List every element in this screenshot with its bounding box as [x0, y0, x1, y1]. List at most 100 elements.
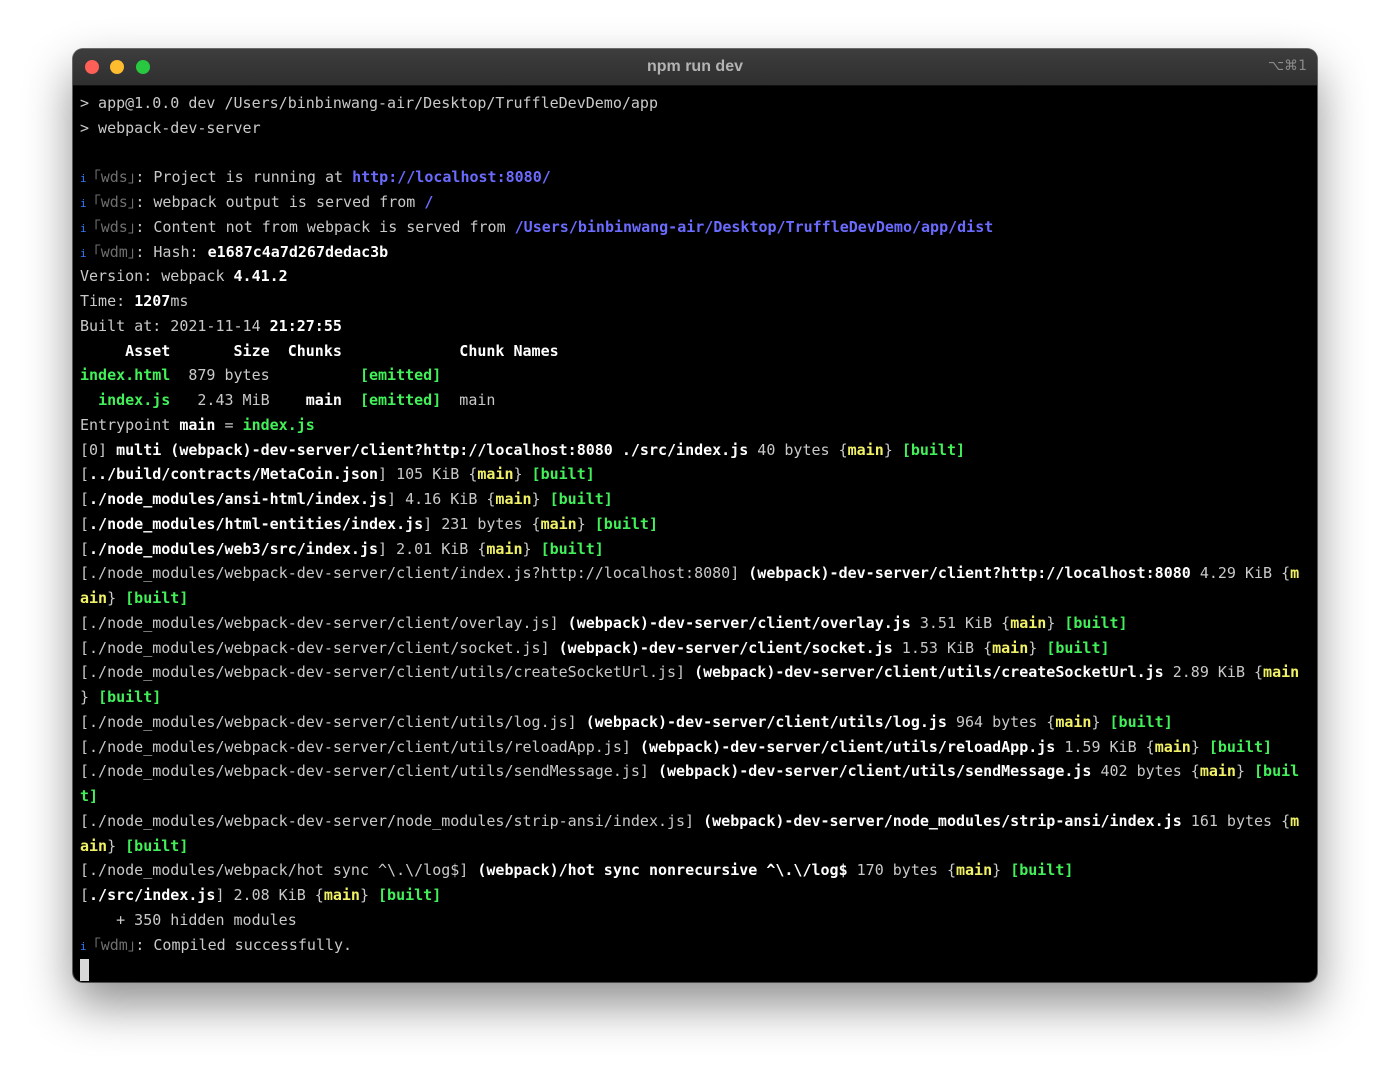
terminal-text: (webpack)-dev-server/client/utils/create… — [694, 663, 1164, 682]
terminal-line: i ｢wds｣: Project is running at http://lo… — [80, 165, 1312, 190]
terminal-text: [ — [80, 886, 90, 904]
prompt-line[interactable] — [80, 957, 1312, 982]
terminal-text: ./src/index.js — [89, 886, 216, 904]
terminal-text: m — [1290, 564, 1300, 583]
terminal-text: [./node_modules/webpack-dev-server/clien… — [80, 712, 586, 731]
terminal-text: [0] — [80, 440, 117, 459]
terminal-text: 21:27:55 — [269, 316, 342, 335]
terminal-text: 3.51 KiB { — [910, 613, 1011, 632]
terminal-line: [../build/contracts/MetaCoin.json] 105 K… — [80, 462, 1312, 487]
terminal-text: 2.43 MiB — [170, 391, 306, 409]
terminal-text: ] 105 KiB { — [378, 465, 478, 484]
terminal-line: ain} [built] — [80, 586, 1312, 611]
terminal-text: } — [1028, 638, 1047, 657]
terminal-text: http://localhost:8080/ — [352, 168, 551, 187]
info-icon: i — [80, 246, 94, 260]
terminal-text: main — [477, 465, 514, 484]
terminal-text: [ — [80, 539, 90, 558]
terminal-line: [./node_modules/ansi-html/index.js] 4.16… — [80, 487, 1312, 512]
terminal-text: } — [359, 886, 379, 904]
terminal-text: [built] — [378, 886, 442, 904]
info-icon: i — [80, 221, 94, 235]
terminal-line: [./node_modules/webpack-dev-server/clien… — [80, 759, 1312, 784]
terminal-text: [built] — [1010, 861, 1074, 880]
terminal-text: index.html — [80, 366, 171, 385]
terminal-text: ] 2.08 KiB { — [215, 886, 324, 904]
info-icon: i — [80, 939, 94, 953]
terminal-text: ../build/contracts/MetaCoin.json — [89, 465, 379, 484]
terminal-text: + 350 hidden modules — [80, 910, 297, 929]
terminal-line: + 350 hidden modules — [80, 908, 1312, 933]
terminal-line: [./node_modules/html-entities/index.js] … — [80, 512, 1312, 537]
terminal-text: /Users/binbinwang-air/Desktop/TruffleDev… — [514, 217, 994, 236]
terminal-text: main — [1199, 762, 1236, 781]
terminal-text: main — [956, 861, 993, 880]
terminal-line: Asset Size Chunks Chunk Names — [80, 339, 1312, 364]
terminal-text: (webpack)-dev-server/client/overlay.js — [567, 613, 911, 632]
terminal-text: ｢wds｣ — [93, 193, 136, 211]
terminal-text: [built] — [1046, 638, 1110, 657]
terminal-text: main — [441, 391, 496, 409]
terminal-text: ] 231 bytes { — [423, 514, 541, 533]
terminal-text: [ — [80, 514, 90, 533]
terminal-text: 40 bytes { — [748, 440, 848, 459]
terminal-line: index.js 2.43 MiB main [emitted] main — [80, 388, 1312, 413]
terminal-text: [built] — [901, 440, 966, 459]
terminal-text: 1207 — [134, 292, 171, 310]
terminal-text: (webpack)-dev-server/node_modules/strip-… — [703, 811, 1182, 830]
terminal-line: index.html 879 bytes [emitted] — [80, 363, 1312, 388]
terminal-text: ./node_modules/ansi-html/index.js — [89, 490, 388, 508]
terminal-text: > webpack-dev-server — [80, 118, 261, 137]
terminal-line: [0] multi (webpack)-dev-server/client?ht… — [80, 438, 1312, 463]
terminal-text: (webpack)/hot sync nonrecursive ^\.\/log… — [477, 861, 848, 880]
terminal-text: 1.59 KiB { — [1055, 737, 1155, 756]
terminal-text: main — [179, 415, 216, 434]
terminal-line: } [built] — [80, 685, 1312, 710]
terminal-text: ｢wdm｣ — [93, 242, 136, 261]
terminal-text: [ — [80, 490, 90, 508]
terminal-text: [./node_modules/webpack-dev-server/clien… — [80, 737, 640, 756]
title-bar[interactable]: npm run dev ⌥⌘1 — [73, 49, 1317, 86]
terminal-text: main — [486, 539, 523, 558]
terminal-text: : Compiled successfully. — [135, 935, 353, 954]
terminal-text: m — [1290, 811, 1300, 830]
terminal-line: [./node_modules/webpack-dev-server/clien… — [80, 660, 1312, 685]
terminal-text: 170 bytes { — [847, 861, 956, 880]
terminal-text: ] 4.16 KiB { — [387, 490, 496, 508]
terminal-text: 4.41.2 — [233, 267, 288, 286]
terminal-text: main — [1055, 712, 1092, 731]
terminal-text: ./node_modules/web3/src/index.js — [89, 539, 379, 558]
terminal-text: } — [107, 836, 126, 855]
text-cursor — [80, 958, 89, 981]
terminal-text: main — [323, 886, 360, 904]
terminal-text: / — [424, 193, 434, 211]
terminal-line: i ｢wdm｣: Hash: e1687c4a7d267dedac3b — [80, 240, 1312, 265]
terminal-text: [./node_modules/webpack-dev-server/clien… — [80, 663, 695, 682]
terminal-line: Version: webpack 4.41.2 — [80, 264, 1312, 289]
window-title: npm run dev — [646, 58, 743, 75]
terminal-line: t] — [80, 784, 1312, 809]
terminal-text: [./node_modules/webpack-dev-server/node_… — [80, 811, 704, 830]
window-shortcut-label: ⌥⌘1 — [1267, 58, 1307, 74]
terminal-output[interactable]: > app@1.0.0 dev /Users/binbinwang-air/De… — [80, 91, 1312, 982]
terminal-line: Entrypoint main = index.js — [80, 413, 1312, 438]
terminal-text: ｢wdm｣ — [93, 935, 136, 954]
terminal-text: } — [513, 465, 532, 484]
terminal-line: > app@1.0.0 dev /Users/binbinwang-air/De… — [80, 91, 1312, 116]
terminal-text: [built] — [1109, 712, 1173, 731]
terminal-text: : Project is running at — [135, 168, 353, 187]
terminal-line: [./node_modules/webpack-dev-server/clien… — [80, 710, 1312, 735]
terminal-text: > app@1.0.0 dev /Users/binbinwang-air/De… — [80, 94, 658, 112]
terminal-line: [./node_modules/webpack-dev-server/clien… — [80, 561, 1312, 586]
terminal-line: [./node_modules/webpack-dev-server/clien… — [80, 636, 1312, 661]
terminal-window[interactable]: npm run dev ⌥⌘1 > app@1.0.0 dev /Users/b… — [73, 49, 1317, 982]
terminal-text: } — [1235, 762, 1255, 781]
terminal-text: : Content not from webpack is served fro… — [135, 217, 515, 236]
terminal-text: } — [992, 861, 1011, 880]
terminal-text: [./node_modules/webpack-dev-server/clien… — [80, 638, 559, 657]
terminal-text: Version: webpack — [80, 267, 234, 286]
terminal-text: } — [576, 514, 595, 533]
